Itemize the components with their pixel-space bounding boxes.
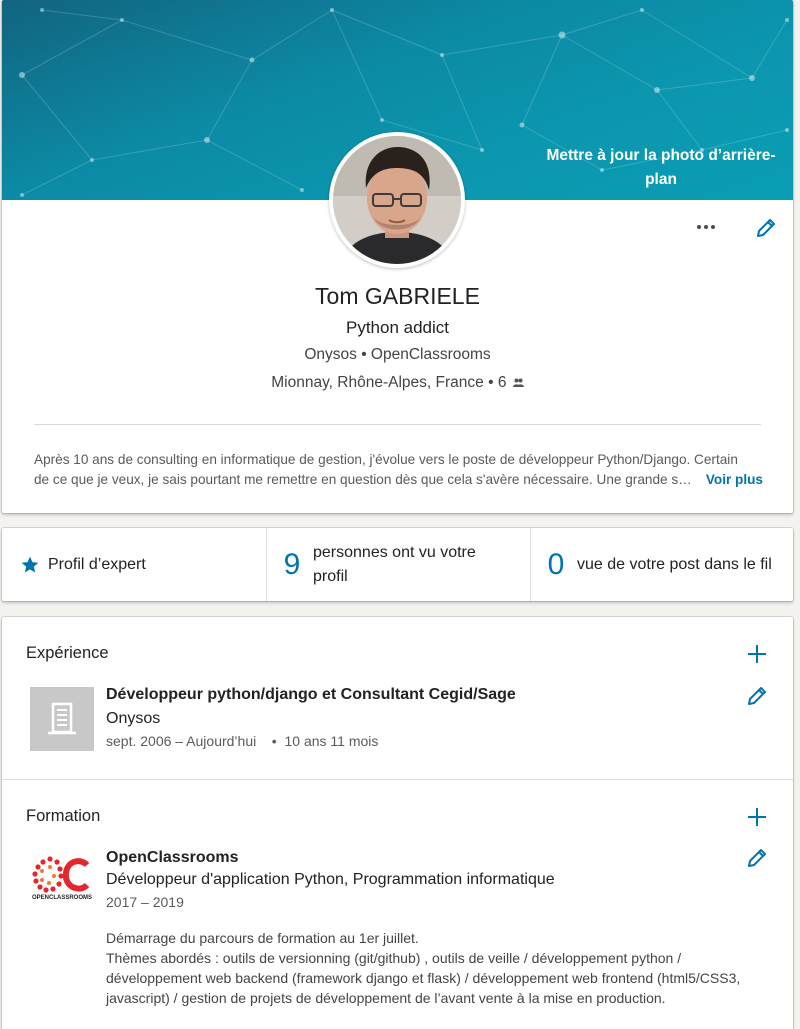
education-heading: Formation [26,807,101,825]
background-section-card: Expérience Développeur python/django et … [2,617,793,1029]
company-logo-placeholder[interactable] [30,687,94,751]
current-company-link[interactable]: Onysos [304,346,357,363]
pencil-icon [748,687,766,705]
plus-icon [748,808,766,826]
profile-headline: Python addict [345,318,449,337]
add-experience-button[interactable] [745,642,769,666]
summary-line: de ce que je veux, je sais pourtant me r… [34,472,692,487]
education-degree: Développeur d'application Python, Progra… [106,871,555,888]
profile-views-label-line: personnes ont vu votre [313,543,476,561]
dot-icon [704,225,708,229]
post-views-count: 0 [547,547,565,581]
building-icon [48,702,76,735]
education-dates: 2017 – 2019 [106,894,184,910]
profile-name: Tom GABRIELE [315,283,480,309]
expert-profile-label: Profil d’expert [48,555,146,573]
bullet-separator: • [361,346,371,363]
post-views-stat[interactable]: 0 vue de votre post dans le fil [530,528,793,601]
pencil-icon [748,849,766,867]
experience-dates: sept. 2006 – Aujourd’hui [106,733,257,749]
profile-stats-bar: Profil d’expert 9 personnes ont vu votre… [2,528,793,601]
bullet-separator: • [488,374,498,391]
experience-role[interactable]: Développeur python/django et Consultant … [106,686,516,704]
profile-top-card: Mettre à jour la photo d’arrière-plan To… [2,0,793,513]
profile-views-stat[interactable]: 9 personnes ont vu votre profil [266,528,530,601]
edit-intro-button[interactable] [754,216,778,240]
star-icon [21,556,39,572]
experience-company: Onysos [106,710,161,727]
dot-icon [697,225,701,229]
profile-views-label: personnes ont vu votre profil [313,541,476,589]
expert-profile-stat[interactable]: Profil d’expert [2,528,266,601]
dot-icon [711,225,715,229]
edit-education-button[interactable] [745,846,769,870]
summary: Après 10 ans de consulting en informatiq… [34,450,763,490]
divider [34,424,761,425]
connections-count: 6 [497,374,507,391]
profile-views-count: 9 [283,547,301,581]
experience-heading: Expérience [26,644,109,662]
update-background-photo-button[interactable]: Mettre à jour la photo d’arrière-plan [541,144,781,192]
location-line: Mionnay, Rhône-Alpes, France • 6 [2,374,793,392]
company-school-line: Onysos • OpenClassrooms [2,346,793,364]
bullet-separator: • [260,733,281,749]
see-more-link[interactable]: Voir plus [706,470,763,490]
description-line: Thèmes abordés : outils de versionning (… [106,950,682,966]
more-actions-button[interactable] [691,216,721,238]
openclassrooms-logo[interactable]: OPENCLASSROOMS [30,849,94,913]
experience-duration: 10 ans 11 mois [284,733,379,749]
description-line: développement web backend (framework dja… [106,970,741,986]
openclassrooms-logo-icon [32,856,90,893]
edit-experience-button[interactable] [745,684,769,708]
openclassrooms-logo-text: OPENCLASSROOMS [31,895,92,901]
education-description: Démarrage du parcours de formation au 1e… [106,928,766,1008]
section-divider [2,779,793,780]
connections-icon [512,378,524,388]
profile-photo[interactable] [329,132,465,268]
pencil-icon [757,219,775,237]
description-line: Démarrage du parcours de formation au 1e… [106,930,419,946]
experience-dates-line: sept. 2006 – Aujourd’hui • 10 ans 11 moi… [106,733,378,749]
plus-icon [748,645,766,663]
avatar-image [333,136,461,264]
summary-line: Après 10 ans de consulting en informatiq… [34,452,738,467]
description-line: javascript) / gestion de projets de déve… [106,990,666,1006]
education-school[interactable]: OpenClassrooms [106,849,238,867]
school-link[interactable]: OpenClassrooms [371,346,491,363]
connections-link[interactable]: 6 [498,374,524,391]
profile-views-label-line: profil [313,567,348,585]
post-views-label: vue de votre post dans le fil [577,555,772,573]
location: Mionnay, Rhône-Alpes, France [271,374,484,391]
add-education-button[interactable] [745,805,769,829]
